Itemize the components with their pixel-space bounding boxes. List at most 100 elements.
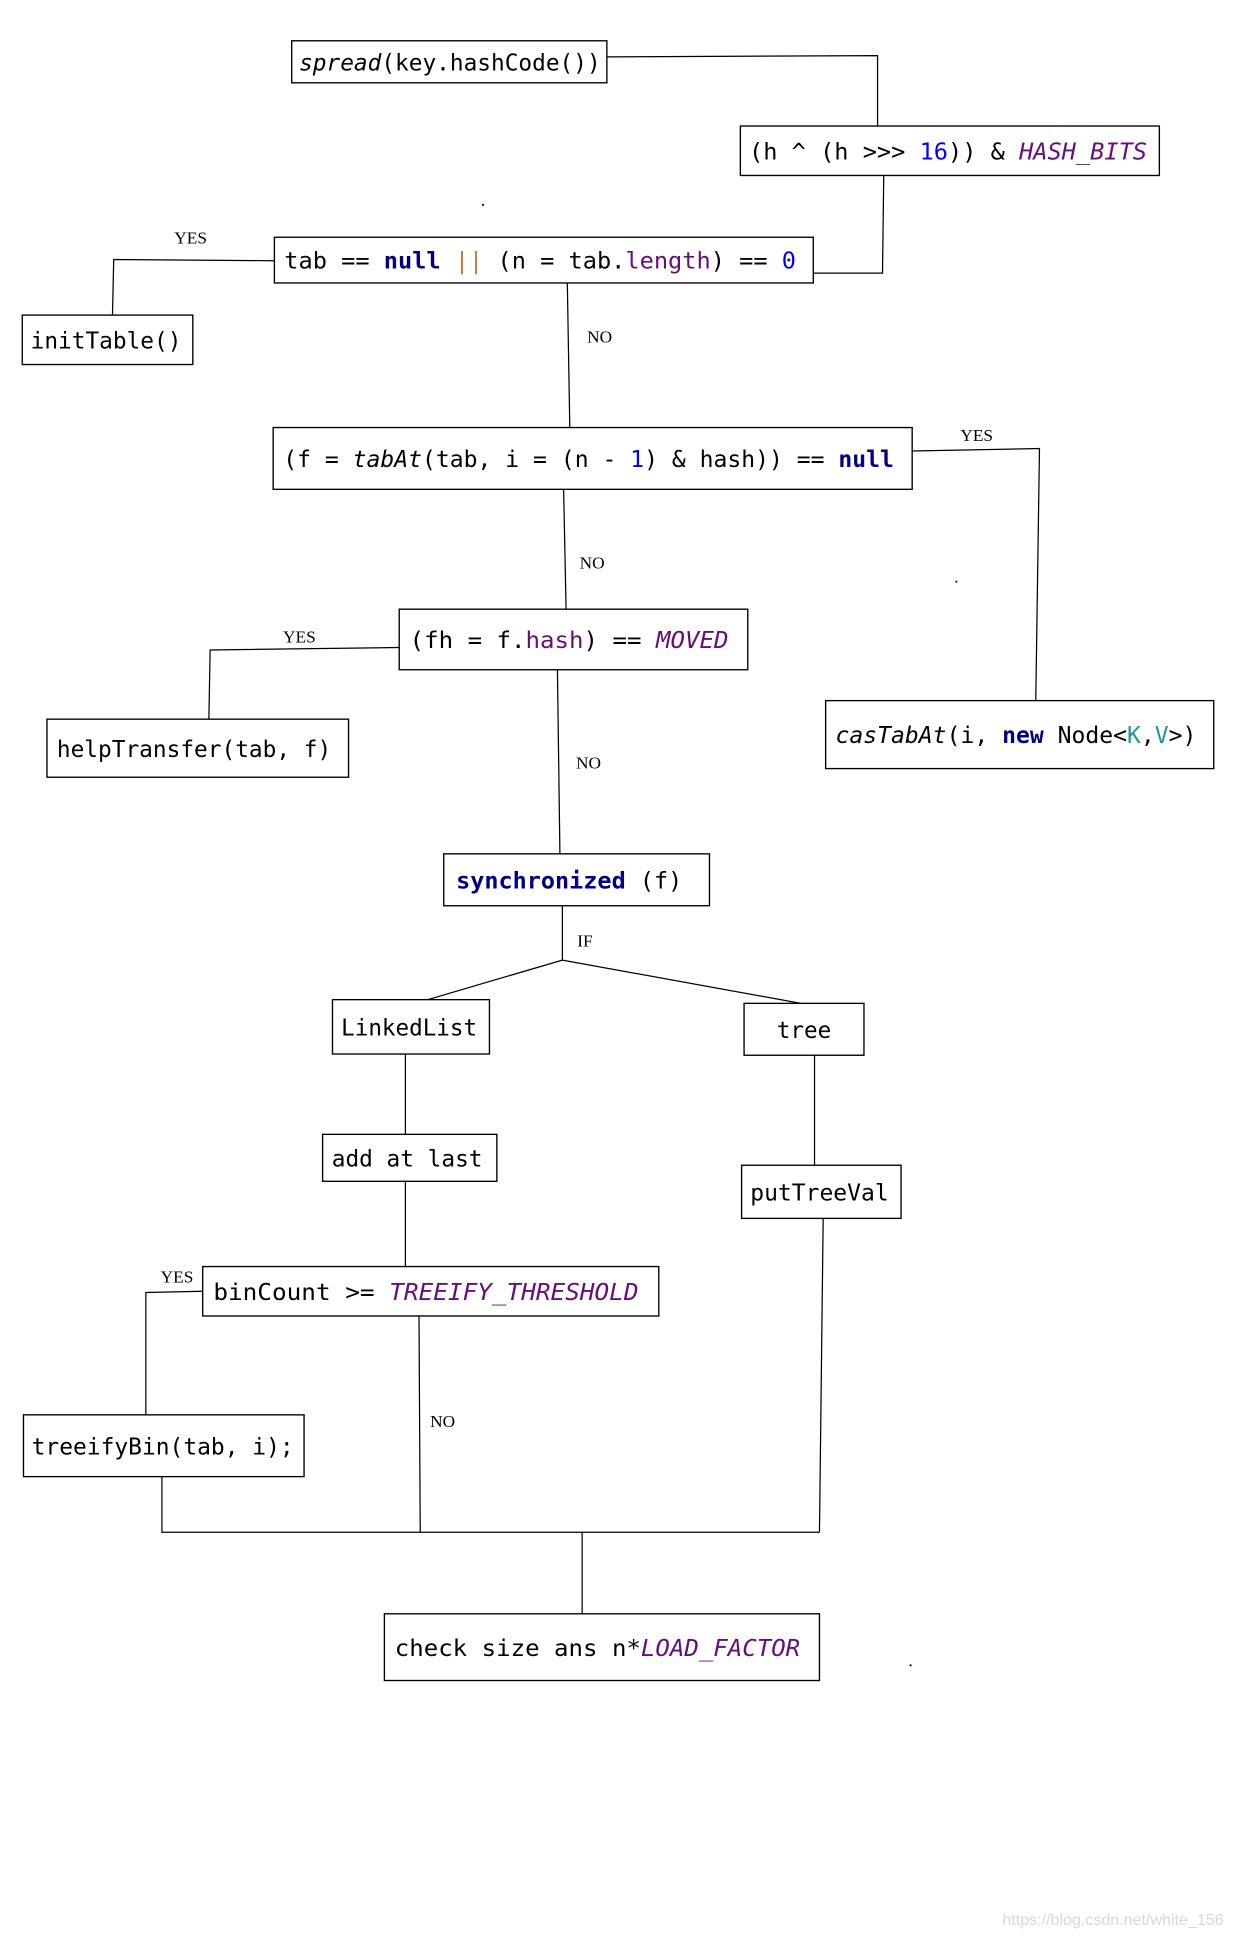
code-token: null [838, 445, 894, 473]
stray-dot [482, 203, 484, 206]
branch-label-yes: YES [174, 228, 207, 247]
code-token: (n = tab. [497, 247, 625, 275]
code-token: 1 [630, 445, 644, 473]
spread-box: spread(key.hashCode()) [291, 40, 608, 84]
code-token: putTreeVal [750, 1178, 888, 1206]
code-token: 16 [920, 137, 948, 165]
code-token: (f) [626, 866, 683, 894]
put-tree-val-text: putTreeVal [750, 1178, 888, 1206]
branch-label-no: NO [430, 1412, 455, 1431]
init-table-box: initTable() [21, 314, 194, 366]
code-token: tab == [284, 247, 383, 275]
code-token: tabAt [353, 445, 422, 473]
branch-label-yes: YES [960, 426, 993, 445]
tree-box: tree [743, 1002, 865, 1056]
branch-label-no: NO [576, 754, 601, 773]
connector-line [606, 54, 879, 127]
code-token: treeifyBin(tab, i); [32, 1432, 294, 1460]
connector-line [566, 282, 571, 428]
stray-dot [909, 1664, 912, 1667]
code-token: ) == [584, 626, 656, 654]
moved-check-box: (fh = f. hash) == MOVED [398, 608, 749, 671]
connector-line [562, 959, 802, 1004]
stray-dot [955, 580, 958, 583]
put-tree-val-box: putTreeVal [740, 1164, 902, 1220]
connector-line [562, 489, 567, 610]
code-token: (tab, i = (n - [422, 445, 630, 473]
connector-line [145, 1290, 203, 1415]
branch-label-yes: YES [161, 1268, 194, 1287]
spread-text: spread(key.hashCode()) [299, 48, 601, 76]
connector-line [161, 1476, 820, 1533]
code-token: binCount >= [213, 1278, 389, 1306]
code-token: V [1155, 721, 1169, 749]
code-token: LOAD_FACTOR [641, 1634, 800, 1662]
code-token: helpTransfer(tab, f) [57, 735, 331, 763]
linked-list-text: LinkedList [341, 1013, 477, 1041]
connector-line [556, 669, 561, 854]
bin-count-check-box: binCount >= TREEIFY_THRESHOLD [202, 1265, 660, 1317]
code-token: || [441, 247, 498, 275]
add-at-last-text: add at last [332, 1144, 483, 1172]
connector-line [418, 1315, 421, 1533]
code-token: (f = [283, 445, 352, 473]
connector-line [208, 646, 400, 720]
table-null-check-box: tab == null || (n = tab.length) == 0 [273, 236, 814, 284]
code-token: tree [777, 1016, 831, 1044]
code-token: casTabAt [836, 721, 947, 749]
check-size-box: check size ans n* LOAD_FACTOR [383, 1613, 821, 1682]
watermark: https://blog.csdn.net/white_156 [1002, 1911, 1223, 1929]
code-token: , [1141, 721, 1155, 749]
cas-tab-at-box: casTabAt(i, new Node<K,V>) [824, 699, 1215, 770]
tree-text: tree [777, 1016, 831, 1044]
cas-tab-at-text: casTabAt(i, new Node<K,V>) [836, 721, 1197, 749]
help-transfer-box: helpTransfer(tab, f) [46, 718, 350, 778]
hash-bits-box: (h ^ (h >>> 16)) & HASH_BITS [739, 125, 1161, 177]
code-token: null [384, 247, 441, 275]
code-token: ) & hash)) == [644, 445, 838, 473]
code-token: spread [299, 48, 382, 76]
code-token: check size ans n* [395, 1634, 641, 1662]
hash-bits-text: (h ^ (h >>> 16)) & HASH_BITS [749, 137, 1147, 165]
branch-label-yes: YES [283, 628, 316, 647]
code-token: LinkedList [341, 1013, 477, 1041]
code-token: synchronized [456, 866, 626, 894]
flowchart: spread(key.hashCode()) (h ^ (h >>> 16)) &… [21, 40, 1224, 1929]
code-token: new [1002, 721, 1044, 749]
help-transfer-text: helpTransfer(tab, f) [57, 735, 331, 763]
connector-line [111, 258, 275, 316]
connector-line [912, 447, 1041, 701]
connector-line [813, 175, 885, 274]
code-token: (h ^ (h >>> [749, 137, 920, 165]
code-token: ) == [711, 247, 782, 275]
code-token: Node< [1044, 721, 1127, 749]
code-token: 0 [782, 247, 796, 275]
treeify-bin-text: treeifyBin(tab, i); [32, 1432, 294, 1460]
code-token: K [1127, 721, 1142, 749]
tab-at-null-check-box: (f = tabAt(tab, i = (n - 1) & hash)) == … [272, 426, 913, 491]
code-token: hash [526, 626, 584, 654]
code-token: TREEIFY_THRESHOLD [389, 1278, 638, 1306]
table-null-check-text: tab == null || (n = tab.length) == 0 [284, 247, 796, 275]
branch-label-no: NO [580, 553, 605, 572]
code-token: initTable() [31, 326, 182, 354]
tab-at-null-check-text: (f = tabAt(tab, i = (n - 1) & hash)) == … [283, 445, 894, 473]
branch-label-if: IF [577, 932, 592, 951]
connector-line [818, 1218, 824, 1533]
treeify-bin-box: treeifyBin(tab, i); [22, 1414, 305, 1478]
synchronized-text: synchronized (f) [456, 866, 682, 894]
code-token: add at last [332, 1144, 483, 1172]
synchronized-box: synchronized (f) [443, 853, 711, 907]
moved-check-text: (fh = f. hash) == MOVED [410, 626, 729, 654]
code-token: (fh = f. [410, 626, 526, 654]
code-token: (key.hashCode()) [381, 48, 600, 76]
code-token: MOVED [655, 626, 728, 654]
code-token: >) [1169, 721, 1197, 749]
code-token: (i, [947, 721, 1003, 749]
code-token: )) & [948, 137, 1019, 165]
code-token: HASH_BITS [1018, 137, 1147, 165]
init-table-text: initTable() [31, 326, 182, 354]
code-token: length [625, 247, 710, 275]
bin-count-check-text: binCount >= TREEIFY_THRESHOLD [213, 1278, 638, 1306]
branch-label-no: NO [587, 327, 612, 346]
